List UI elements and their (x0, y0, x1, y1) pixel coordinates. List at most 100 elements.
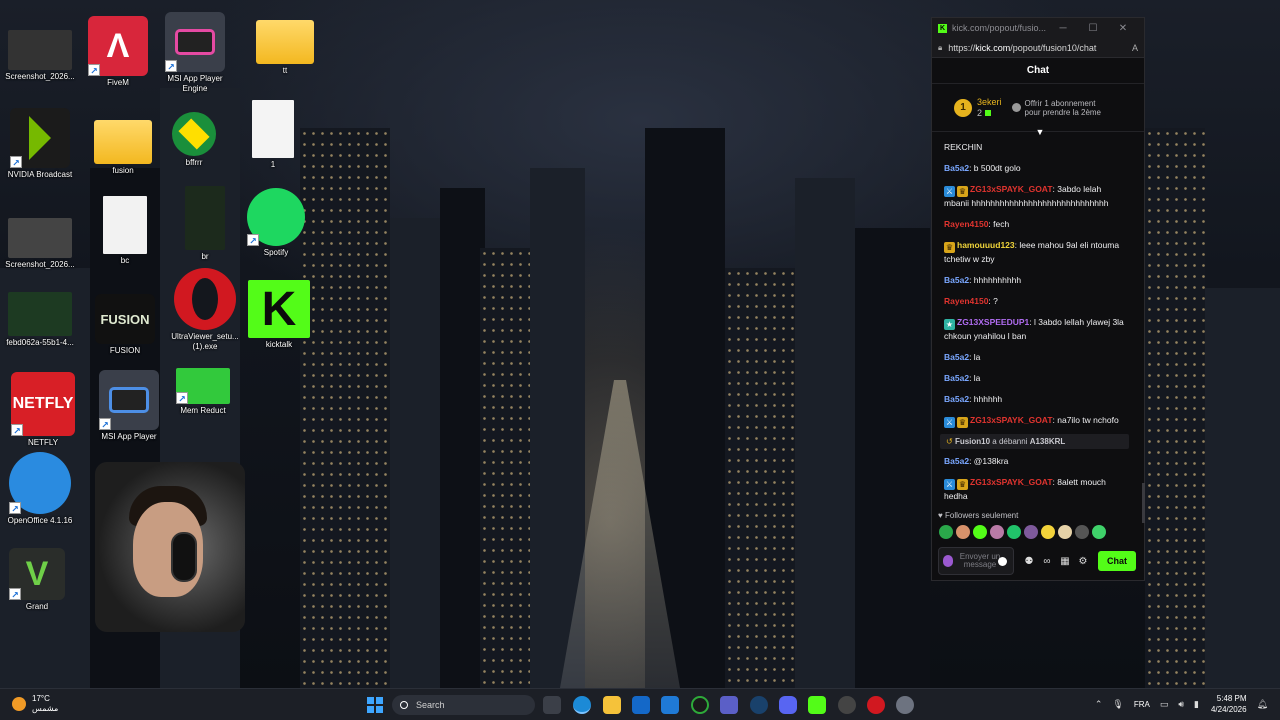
xbox-icon[interactable] (691, 696, 709, 714)
chat-username[interactable]: ZG13XSPEEDUP1 (957, 317, 1029, 327)
chevron-up-icon[interactable]: ⌃ (1095, 699, 1103, 710)
desktop-icon-fivem[interactable]: Λ ↗ FiveM (81, 16, 155, 88)
chat-message[interactable]: Ba5a2: b 500dt golo (932, 159, 1137, 178)
chat-message[interactable]: REKCHIN (932, 138, 1137, 157)
clock[interactable]: 5:48 PM 4/24/2026 (1211, 693, 1247, 715)
infinity-icon[interactable]: ∞ (1038, 556, 1056, 567)
store-app-icon[interactable] (661, 696, 679, 714)
chat-username[interactable]: Ba5a2 (944, 352, 969, 362)
desktop-icon-folder-fusion[interactable]: fusion (86, 120, 160, 176)
desktop-icon-openoffice[interactable]: ↗ OpenOffice 4.1.16 (3, 452, 77, 526)
mod-badge-icon[interactable]: ⚔ (944, 186, 955, 197)
language-indicator[interactable]: FRA (1134, 700, 1150, 709)
desktop-icon-folder-tt[interactable]: tt (248, 20, 322, 76)
desktop-icon-fusion-tv[interactable]: FUSION FUSION (88, 294, 162, 356)
task-view-icon[interactable] (543, 696, 561, 714)
emote-quick-bar[interactable] (939, 525, 1106, 539)
og-badge-icon[interactable]: ★ (944, 319, 955, 330)
cheat-engine-icon[interactable] (838, 696, 856, 714)
emote-icon[interactable] (939, 525, 953, 539)
minimize-icon[interactable]: ─ (1048, 23, 1078, 34)
emote-icon[interactable] (1092, 525, 1106, 539)
chat-message[interactable]: Rayen4150: fech (932, 215, 1137, 234)
edge-icon[interactable] (573, 696, 591, 714)
desktop-icon-bc[interactable]: bc (88, 196, 162, 266)
network-icon[interactable]: ▭ (1160, 699, 1169, 710)
desktop-icon-screenshot-1[interactable]: Screenshot_2026... (3, 30, 77, 82)
chat-username[interactable]: Ba5a2 (944, 275, 969, 285)
crown-badge-icon[interactable]: ♛ (944, 242, 955, 253)
emote-icon[interactable] (1024, 525, 1038, 539)
mic-icon[interactable] (943, 555, 953, 567)
desktop-icon-msi-engine[interactable]: ↗ MSI App Player Engine (158, 12, 232, 94)
chat-scrollbar[interactable] (1142, 483, 1145, 523)
chat-message[interactable]: Rayen4150: ? (932, 292, 1137, 311)
emote-icon[interactable] (1075, 525, 1089, 539)
desktop-icon-gta[interactable]: V ↗ Grand (0, 548, 74, 612)
chat-username[interactable]: Ba5a2 (944, 373, 969, 383)
volume-icon[interactable]: 🔊︎ (1178, 699, 1184, 710)
chat-message[interactable]: ♛ hamouuud123: leee mahou 9al eli ntouma … (932, 236, 1137, 269)
emote-icon[interactable] (1058, 525, 1072, 539)
send-chat-button[interactable]: Chat (1098, 551, 1136, 571)
emote-icon[interactable] (1041, 525, 1055, 539)
crown-badge-icon[interactable]: ♛ (957, 417, 968, 428)
chat-username[interactable]: ZG13xSPAYK_GOAT (970, 184, 1053, 194)
pinned-subscriber-banner[interactable]: 1 3ekeri 2 Offrir 1 abonnement pour pren… (932, 84, 1144, 132)
kick-app-icon[interactable] (808, 696, 826, 714)
chat-message[interactable]: ⚔ ♛ ZG13xSPAYK_GOAT: 3abdo lelah mbanii hh… (932, 180, 1137, 213)
emote-icon[interactable] (973, 525, 987, 539)
chat-username[interactable]: ZG13xSPAYK_GOAT (970, 477, 1053, 487)
steam-icon[interactable] (750, 696, 768, 714)
close-icon[interactable]: ✕ (1108, 23, 1138, 34)
opera-taskbar-icon[interactable] (867, 696, 885, 714)
chat-popout-window[interactable]: K kick.com/popout/fusio... ─ ☐ ✕ 🔒︎ http… (931, 17, 1145, 581)
chat-message[interactable]: Ba5a2: hhhhhh (932, 390, 1137, 409)
emote-icon[interactable] (1007, 525, 1021, 539)
desktop-icon-msi-player[interactable]: ↗ MSI App Player (92, 370, 166, 442)
chat-username[interactable]: ZG13xSPAYK_GOAT (970, 415, 1053, 425)
emote-icon[interactable] (990, 525, 1004, 539)
chat-username[interactable]: Rayen4150 (944, 219, 988, 229)
store-icon[interactable]: ▦ (1056, 556, 1074, 567)
desktop-icon-netfly[interactable]: NETFLY ↗ NETFLY (6, 372, 80, 448)
teams-icon[interactable] (720, 696, 738, 714)
desktop-icon-document-1[interactable]: 1 (236, 100, 310, 170)
event-actor[interactable]: Fusion10 (955, 437, 990, 446)
chat-message[interactable]: ⚔ ♛ ZG13xSPAYK_GOAT: 8alett mouch hedha (932, 473, 1137, 506)
chat-username[interactable]: hamouuud123 (957, 240, 1015, 250)
desktop-icon-spotify[interactable]: ↗ Spotify (239, 188, 313, 258)
weather-widget[interactable]: 17°C مشمس (12, 694, 58, 714)
mod-badge-icon[interactable]: ⚔ (944, 479, 955, 490)
window-titlebar[interactable]: K kick.com/popout/fusio... ─ ☐ ✕ (932, 18, 1144, 38)
settings-gear-icon[interactable]: ⚙ (1074, 556, 1092, 567)
notification-bell-icon[interactable]: 🔔︎ (1257, 699, 1268, 710)
reader-mode-icon[interactable]: A (1132, 43, 1138, 53)
mic-tray-icon[interactable]: 🎙︎ (1112, 699, 1123, 710)
crown-badge-icon[interactable]: ♛ (957, 479, 968, 490)
chat-message[interactable]: Ba5a2: la (932, 348, 1137, 367)
chat-username[interactable]: Ba5a2 (944, 394, 969, 404)
desktop-icon-kicktalk[interactable]: K kicktalk (242, 280, 316, 350)
emoji-icon[interactable] (998, 557, 1007, 566)
chat-username[interactable]: Rayen4150 (944, 296, 988, 306)
event-target[interactable]: A138KRL (1030, 437, 1066, 446)
timeout-icon[interactable]: ⚉ (1020, 556, 1038, 567)
start-button[interactable] (366, 696, 384, 714)
crown-badge-icon[interactable]: ♛ (957, 186, 968, 197)
chat-username[interactable]: Ba5a2 (944, 163, 969, 173)
chat-message[interactable]: Ba5a2: hhhhhhhhhh (932, 271, 1137, 290)
desktop-icon-nvidia-broadcast[interactable]: ↗ NVIDIA Broadcast (3, 108, 77, 180)
chat-message[interactable]: Ba5a2: la (932, 369, 1137, 388)
desktop-icon-br[interactable]: br (168, 186, 242, 262)
desktop-icon-screenshot-2[interactable]: Screenshot_2026... (3, 218, 77, 270)
file-explorer-icon[interactable] (603, 696, 621, 714)
desktop-icon-ultraviewer[interactable]: UltraViewer_setu... (1).exe (168, 268, 242, 352)
maximize-icon[interactable]: ☐ (1078, 23, 1108, 34)
chat-message[interactable]: Ba5a2: @138kra (932, 452, 1137, 471)
battery-icon[interactable]: ▮ (1194, 699, 1199, 710)
settings-icon[interactable] (896, 696, 914, 714)
mod-badge-icon[interactable]: ⚔ (944, 417, 955, 428)
chat-message[interactable]: ⚔ ♛ ZG13xSPAYK_GOAT: na7ilo tw nchofo (932, 411, 1137, 431)
desktop-icon-febd[interactable]: febd062a-55b1-4... (3, 292, 77, 348)
